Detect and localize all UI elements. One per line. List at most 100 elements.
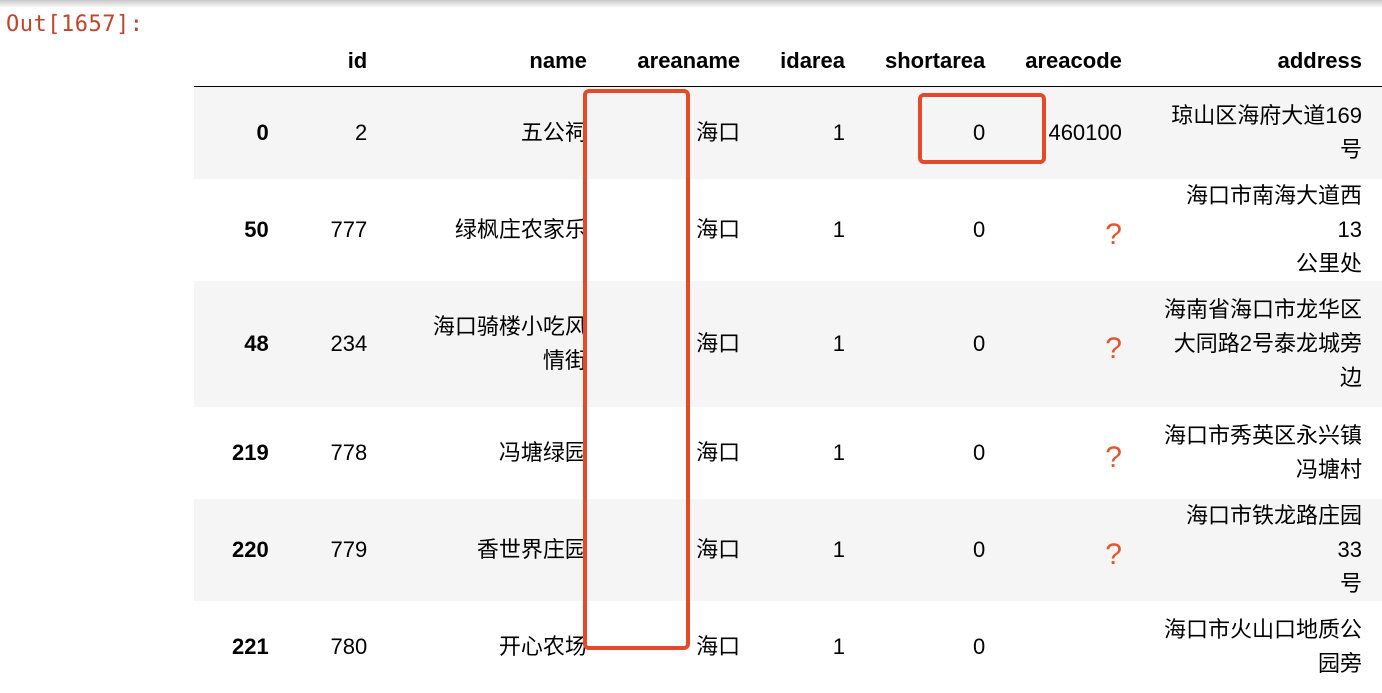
cell-name: 冯塘绿园 [387,407,607,499]
cell-name: 开心农场 [387,601,607,693]
cell-address-text: 海口市南海大道西13 公里处 [1162,179,1362,281]
cell-name: 绿枫庄农家乐 [387,179,607,281]
cell-name-text: 开心农场 [499,630,587,664]
cell-address: 海口市南海大道西13 公里处 [1142,179,1382,281]
table-row: 220 779 香世界庄园 海口 1 0? 海口市铁龙路庄园33 号 [194,498,1382,601]
cell-address-text: 海口市铁龙路庄园33 号 [1162,499,1362,601]
cell-name: 香世界庄园 [387,499,607,601]
cell-areaname: 海口 [696,633,741,659]
missing-value-mark: ? [1105,537,1122,571]
cell-id: 779 [330,536,368,562]
cell-address-text-line: 海南省海口市龙华区 [1163,296,1362,322]
cell-address-text-line: 边 [1339,364,1362,390]
header-id: id [288,36,388,87]
row-index: 0 [256,119,269,145]
cell-name: 海口骑楼小吃风情街 [387,281,607,407]
row-index: 221 [232,633,269,659]
header-areaname: areaname [606,36,761,87]
cell-name-text: 冯塘绿园 [499,436,587,470]
header-index [194,36,289,87]
cell-address-text-line: 号 [1339,136,1362,162]
cell-address-text-line: 号 [1339,570,1362,596]
header-areacode: areacode [1005,36,1142,87]
cell-name-text-line: 香世界庄园 [476,536,587,562]
cell-shortarea: 0 [973,536,986,562]
missing-value-mark: ? [1105,217,1122,251]
cell-areacode: ? [1005,407,1142,499]
cell-idarea: 1 [832,536,845,562]
cell-address: 琼山区海府大道169 号 [1142,87,1382,179]
header-row: id name areaname idarea shortarea areaco… [194,36,1382,87]
cell-address: 海口市铁龙路庄园33 号 [1142,499,1382,601]
cell-address-text: 琼山区海府大道169 号 [1171,99,1362,167]
cell-address: 海南省海口市龙华区大同路2号泰龙城旁边 [1142,281,1382,407]
cell-name-text-line: 情街 [542,347,587,373]
cell-areaname: 海口 [696,216,741,242]
cell-idarea: 1 [832,119,845,145]
row-index: 48 [244,330,269,356]
cell-name-text-line: 五公祠 [520,119,587,145]
cell-address-text: 海南省海口市龙华区大同路2号泰龙城旁边 [1164,293,1362,395]
cell-address-text-line: 海口市铁龙路庄园33 [1185,502,1362,562]
cell-name-text: 香世界庄园 [477,533,587,567]
cell-id: 780 [330,633,368,659]
cell-address-text: 海口市秀英区永兴镇 冯塘村 [1164,419,1362,487]
cell-name-text-line: 绿枫庄农家乐 [454,216,587,242]
row-index: 220 [232,536,269,562]
cell-address-text-line: 琼山区海府大道169 [1171,102,1362,128]
cell-shortarea: 0 [973,633,986,659]
cell-areacode: ? [1005,499,1142,601]
cell-name-text-line: 海口骑楼小吃风 [432,313,587,339]
cell-idarea: 1 [832,216,845,242]
cell-name-text: 五公祠 [521,116,587,150]
cell-address-text: 海口市火山口地质公园旁 [1164,613,1362,681]
cell-address: 海口市火山口地质公园旁 [1142,601,1382,693]
cell-address-text-line: 海口市南海大道西13 [1185,182,1362,242]
cell-address: 海口市秀英区永兴镇 冯塘村 [1142,407,1382,499]
table-row: 0 2 五公祠 海口 1 0 460100 琼山区海府大道169 号 [194,86,1382,179]
window-top-shadow [0,0,1382,8]
header-idarea: idarea [760,36,865,87]
cell-address-text-line: 海口市火山口地质公 [1163,616,1362,642]
cell-id: 778 [330,439,368,465]
missing-value-mark: ? [1105,331,1122,365]
cell-idarea: 1 [832,633,845,659]
header-name: name [387,36,607,87]
cell-id: 234 [330,330,368,356]
cell-areaname: 海口 [696,536,741,562]
output-prompt: Out[1657]: [6,12,144,37]
table-row: 50 777 绿枫庄农家乐 海口 1 0? 海口市南海大道西13 公里处 [194,179,1382,281]
cell-shortarea: 0 [973,330,986,356]
row-index: 50 [244,216,269,242]
cell-address-text-line: 公里处 [1295,250,1362,276]
cell-areacode: ? [1005,179,1142,281]
cell-shortarea: 0 [973,216,986,242]
cell-name: 五公祠 [387,87,607,179]
cell-areacode: 460100 [1048,119,1122,145]
cell-name-text: 海口骑楼小吃风情街 [433,310,587,378]
cell-shortarea: 0 [973,439,986,465]
cell-id: 777 [330,216,368,242]
cell-address-text-line: 海口市秀英区永兴镇 [1163,422,1362,448]
table-row: 48 234 海口骑楼小吃风情街 海口 1 0? 海南省海口市龙华区大同路2号泰龙城旁边 [194,280,1382,407]
table-row: 219 778 冯塘绿园 海口 1 0? 海口市秀英区永兴镇 冯塘村 [194,407,1382,499]
cell-name-text-line: 冯塘绿园 [498,439,587,465]
header-address: address [1141,36,1382,87]
cell-address-text-line: 园旁 [1317,650,1362,676]
cell-shortarea: 0 [973,119,986,145]
cell-name-text: 绿枫庄农家乐 [455,213,587,247]
cell-name-text-line: 开心农场 [498,633,587,659]
cell-idarea: 1 [832,330,845,356]
table-row: 221 780 开心农场 海口 1 0 海口市火山口地质公园旁 [194,601,1382,693]
cell-idarea: 1 [832,439,845,465]
dataframe-table: id name areaname idarea shortarea areaco… [194,36,1382,693]
cell-areaname: 海口 [696,330,741,356]
cell-address-text-line: 大同路2号泰龙城旁 [1173,330,1362,356]
cell-areaname: 海口 [696,439,741,465]
cell-id: 2 [355,119,368,145]
cell-areaname: 海口 [696,119,741,145]
cell-areacode [1005,601,1142,693]
header-shortarea: shortarea [864,36,1006,87]
cell-areacode: ? [1005,281,1142,407]
row-index: 219 [232,439,269,465]
